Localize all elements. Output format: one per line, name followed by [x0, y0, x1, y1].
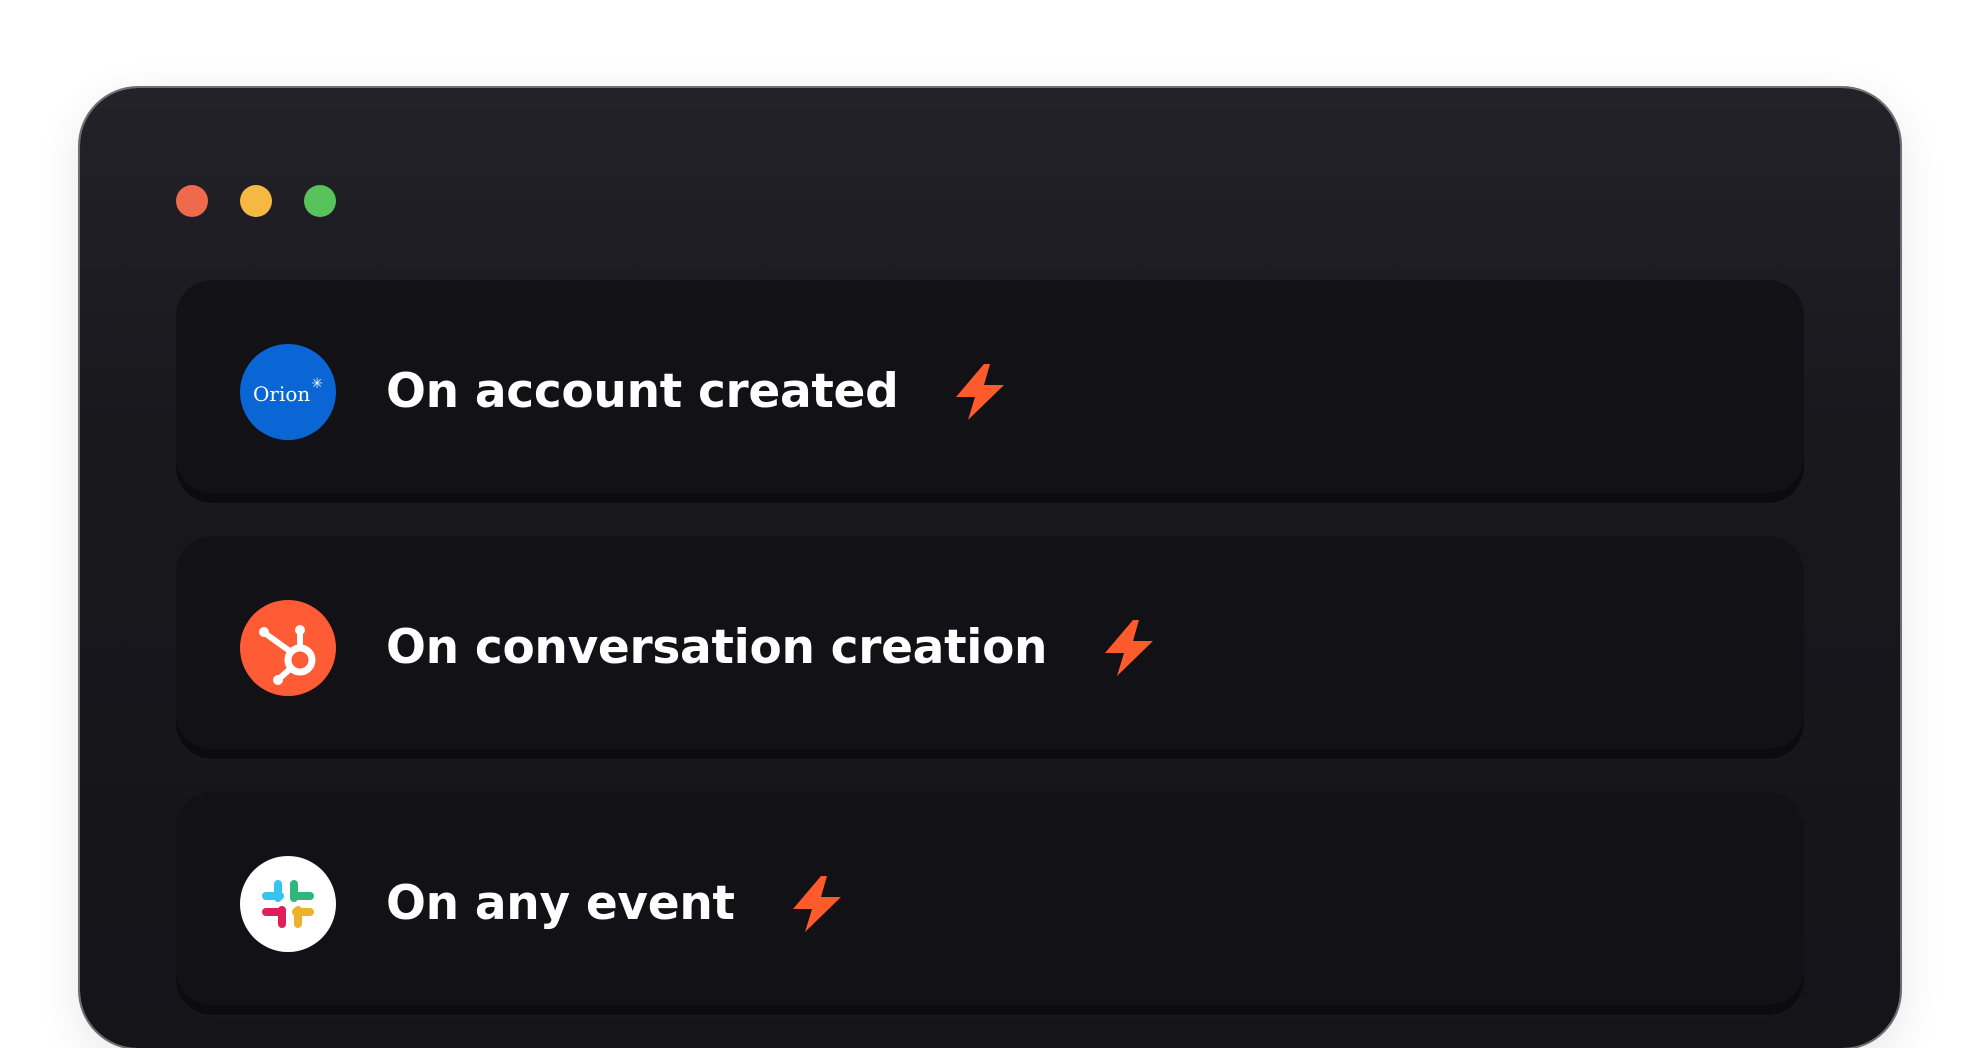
lightning-bolt-icon — [1105, 619, 1154, 676]
app-window: Orion ✳ On account created On conversati… — [80, 88, 1900, 1048]
maximize-window-button[interactable] — [304, 185, 336, 217]
trigger-label: On conversation creation — [386, 620, 1048, 675]
orion-logo-icon: Orion ✳ — [240, 343, 336, 440]
slack-logo-icon — [240, 855, 336, 952]
trigger-list: Orion ✳ On account created On conversati… — [176, 280, 1804, 1048]
trigger-row-any-event[interactable]: On any event — [176, 792, 1804, 1015]
orion-logo-text: Orion — [252, 381, 311, 406]
minimize-window-button[interactable] — [240, 185, 272, 217]
close-window-button[interactable] — [176, 185, 208, 217]
hubspot-logo-icon — [240, 599, 336, 696]
trigger-row-account-created[interactable]: Orion ✳ On account created — [176, 280, 1804, 503]
lightning-bolt-icon — [956, 363, 1005, 420]
trigger-row-conversation-creation[interactable]: On conversation creation — [176, 536, 1804, 759]
trigger-label: On any event — [386, 876, 735, 931]
window-controls — [176, 185, 336, 217]
trigger-label: On account created — [386, 364, 899, 419]
lightning-bolt-icon — [792, 875, 841, 932]
